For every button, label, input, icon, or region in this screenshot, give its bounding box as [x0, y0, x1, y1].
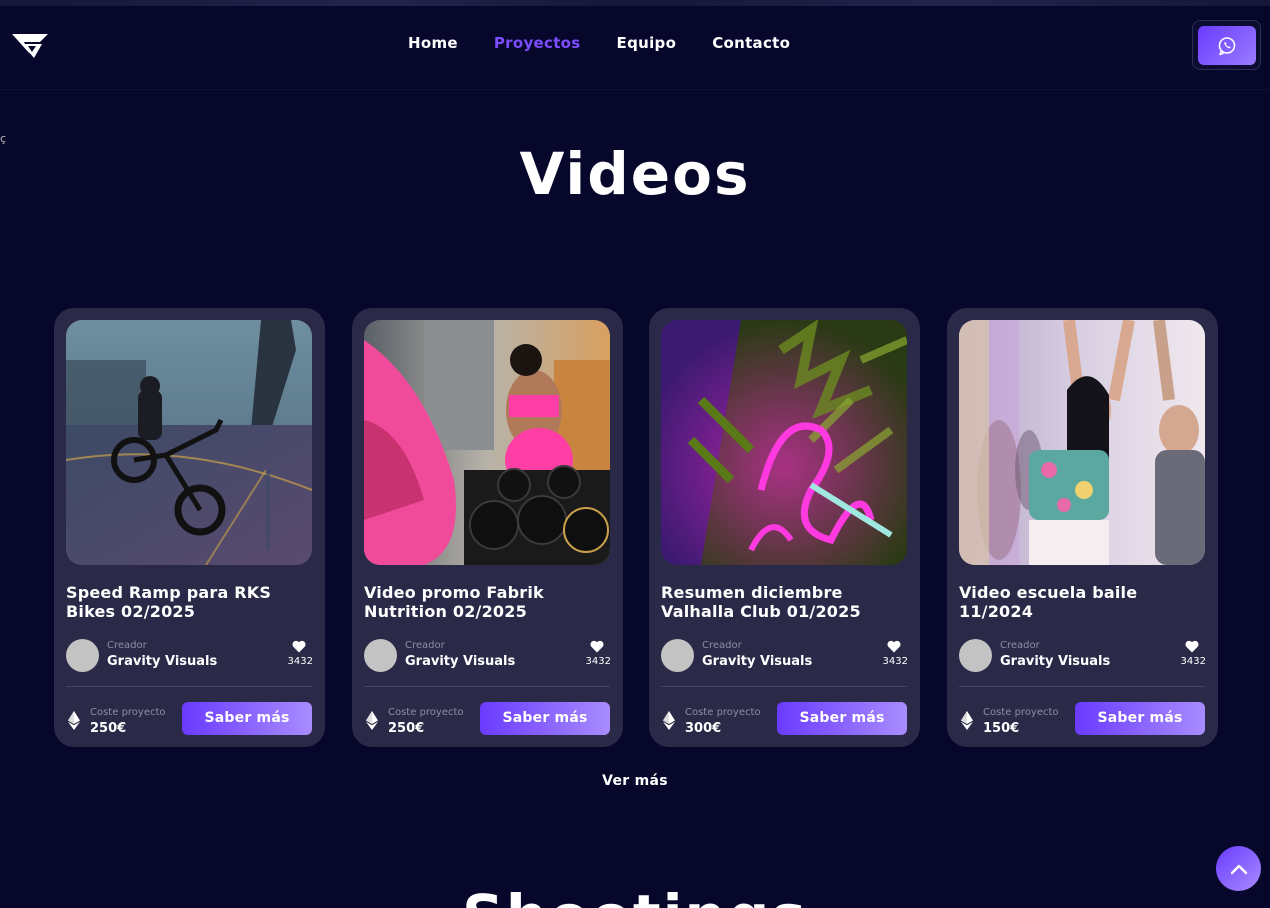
card-divider: [66, 686, 312, 687]
heart-icon[interactable]: [887, 640, 901, 653]
heart-icon[interactable]: [292, 640, 306, 653]
nav-equipo[interactable]: Equipo: [617, 34, 677, 52]
like-count: 3432: [585, 656, 611, 667]
creator-name[interactable]: Gravity Visuals: [405, 654, 515, 669]
project-card: Speed Ramp para RKS Bikes 02/2025 Creado…: [54, 308, 325, 747]
next-section-title: Shootings: [0, 886, 1270, 908]
cost-value: 250€: [388, 721, 425, 736]
project-title: Video escuela baile 11/2024: [959, 583, 1138, 621]
creator-label: Creador: [107, 640, 147, 651]
creator-name[interactable]: Gravity Visuals: [1000, 654, 1110, 669]
nav-home[interactable]: Home: [408, 34, 458, 52]
avatar: [661, 639, 694, 672]
like-count: 3432: [287, 656, 313, 667]
chevron-up-icon: [1230, 864, 1247, 874]
card-divider: [364, 686, 610, 687]
creator-label: Creador: [1000, 640, 1040, 651]
like-count: 3432: [882, 656, 908, 667]
project-thumbnail[interactable]: [364, 320, 610, 565]
project-card: Video escuela baile 11/2024 Creador Grav…: [947, 308, 1218, 747]
main-nav: Home Proyectos Equipo Contacto: [408, 34, 790, 52]
ethereum-icon: [68, 711, 80, 730]
heart-icon[interactable]: [1185, 640, 1199, 653]
like-count: 3432: [1180, 656, 1206, 667]
heart-icon[interactable]: [590, 640, 604, 653]
scroll-to-top-button[interactable]: [1216, 846, 1261, 891]
project-title: Speed Ramp para RKS Bikes 02/2025: [66, 583, 272, 621]
avatar: [959, 639, 992, 672]
project-thumbnail[interactable]: [959, 320, 1205, 565]
saber-mas-button[interactable]: Saber más: [1075, 702, 1205, 735]
cost-label: Coste proyecto: [388, 707, 464, 718]
cost-label: Coste proyecto: [685, 707, 761, 718]
whatsapp-button-frame: [1192, 20, 1261, 70]
saber-mas-button[interactable]: Saber más: [480, 702, 610, 735]
project-card: Resumen diciembre Valhalla Club 01/2025 …: [649, 308, 920, 747]
saber-mas-button[interactable]: Saber más: [182, 702, 312, 735]
creator-label: Creador: [405, 640, 445, 651]
card-divider: [661, 686, 907, 687]
project-thumbnail[interactable]: [661, 320, 907, 565]
whatsapp-icon: [1218, 36, 1236, 55]
site-header: Home Proyectos Equipo Contacto: [0, 6, 1270, 90]
project-title: Resumen diciembre Valhalla Club 01/2025: [661, 583, 861, 621]
ethereum-icon: [366, 711, 378, 730]
cost-value: 300€: [685, 721, 722, 736]
cost-label: Coste proyecto: [90, 707, 166, 718]
creator-name[interactable]: Gravity Visuals: [702, 654, 812, 669]
nav-contacto[interactable]: Contacto: [712, 34, 790, 52]
ethereum-icon: [961, 711, 973, 730]
creator-label: Creador: [702, 640, 742, 651]
cost-value: 150€: [983, 721, 1020, 736]
nav-proyectos[interactable]: Proyectos: [494, 34, 581, 52]
project-thumbnail[interactable]: [66, 320, 312, 565]
ver-mas-link[interactable]: Ver más: [0, 773, 1270, 789]
project-card: Video promo Fabrik Nutrition 02/2025 Cre…: [352, 308, 623, 747]
saber-mas-button[interactable]: Saber más: [777, 702, 907, 735]
section-title: Videos: [519, 140, 751, 208]
gravity-logo-icon[interactable]: [12, 30, 48, 60]
cost-value: 250€: [90, 721, 127, 736]
avatar: [364, 639, 397, 672]
ethereum-icon: [663, 711, 675, 730]
card-divider: [959, 686, 1205, 687]
creator-name[interactable]: Gravity Visuals: [107, 654, 217, 669]
whatsapp-button[interactable]: [1198, 26, 1256, 65]
project-title: Video promo Fabrik Nutrition 02/2025: [364, 583, 544, 621]
cost-label: Coste proyecto: [983, 707, 1059, 718]
avatar: [66, 639, 99, 672]
